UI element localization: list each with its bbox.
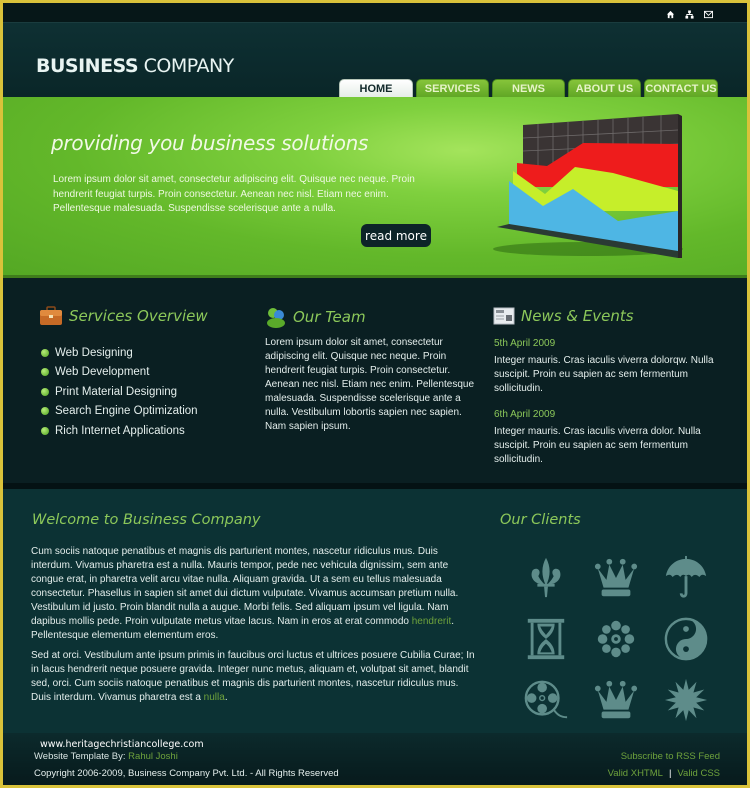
sitemap-icon[interactable] (685, 10, 694, 19)
service-label: Web Development (55, 366, 150, 379)
rss-link[interactable]: Subscribe to RSS Feed (621, 751, 720, 762)
team-icon (267, 308, 285, 328)
tab-about-us[interactable]: ABOUT US (568, 79, 641, 98)
footer-validation-links: Valid XHTML | Valid CSS (608, 768, 720, 779)
list-item[interactable]: Print Material Designing (41, 382, 198, 402)
client-logo[interactable] (581, 608, 651, 669)
area-chart-illustration (493, 114, 683, 258)
logo[interactable]: BUSINESS COMPANY (36, 55, 234, 77)
banner-title: providing you business solutions (51, 131, 369, 155)
briefcase-icon (40, 306, 62, 325)
tab-contact-us[interactable]: CONTACT US (644, 79, 718, 98)
valid-css-link[interactable]: Valid CSS (677, 768, 720, 779)
welcome-paragraph-2: Sed at orci. Vestibulum ante ipsum primi… (31, 649, 476, 705)
services-list: Web Designing Web Development Print Mate… (41, 343, 198, 441)
check-bullet-icon (41, 368, 49, 377)
read-more-button[interactable]: read more (361, 224, 431, 247)
crown-icon (594, 558, 638, 596)
clients-grid (511, 547, 721, 730)
footer-separator: | (668, 768, 672, 779)
header-divider (3, 22, 747, 23)
chart-side (678, 114, 682, 258)
main-nav: HOME SERVICES NEWS ABOUT US CONTACT US (339, 79, 718, 98)
film-reel-icon (524, 680, 568, 718)
news-date: 5th April 2009 (494, 338, 556, 349)
list-item[interactable]: Web Designing (41, 343, 198, 363)
list-item[interactable]: Search Engine Optimization (41, 402, 198, 422)
welcome-title: Welcome to Business Company (32, 512, 261, 528)
services-title: Services Overview (69, 307, 208, 325)
news-heading: News & Events (493, 306, 634, 326)
home-icon[interactable] (666, 10, 675, 19)
welcome-paragraph-1: Cum sociis natoque penatibus et magnis d… (31, 545, 476, 643)
clients-title: Our Clients (500, 512, 581, 528)
client-logo[interactable] (651, 547, 721, 608)
check-bullet-icon (41, 387, 49, 396)
client-logo[interactable] (581, 669, 651, 730)
para-text: Cum sociis natoque penatibus et magnis d… (31, 546, 459, 627)
logo-bold: BUSINESS (36, 55, 139, 77)
top-utility-icons (666, 10, 713, 19)
client-logo[interactable] (651, 608, 721, 669)
nulla-link[interactable]: nulla (204, 692, 225, 703)
author-link[interactable]: Rahul Joshi (128, 751, 178, 762)
client-logo[interactable] (511, 547, 581, 608)
check-bullet-icon (41, 426, 49, 435)
tab-home[interactable]: HOME (339, 79, 413, 98)
umbrella-icon (665, 555, 707, 598)
service-label: Rich Internet Applications (55, 424, 185, 437)
team-title: Our Team (293, 308, 366, 326)
crown-icon (594, 680, 638, 718)
tab-news[interactable]: NEWS (492, 79, 565, 98)
hourglass-icon (527, 618, 565, 659)
valid-xhtml-link[interactable]: Valid XHTML (608, 768, 663, 779)
services-heading: Services Overview (39, 306, 208, 326)
service-label: Search Engine Optimization (55, 405, 198, 418)
news-title: News & Events (521, 307, 634, 325)
list-item[interactable]: Web Development (41, 363, 198, 383)
para-text: . (224, 692, 228, 703)
footer-site-url: www.heritagechristiancollege.com (40, 739, 204, 750)
news-date: 6th April 2009 (494, 409, 556, 420)
mail-icon[interactable] (704, 10, 713, 19)
team-heading: Our Team (265, 306, 366, 328)
welcome-section: Welcome to Business Company Cum sociis n… (3, 489, 747, 733)
banner-text: Lorem ipsum dolor sit amet, consectetur … (53, 174, 415, 214)
check-bullet-icon (41, 407, 49, 416)
para-text: Sed at orci. Vestibulum ante ipsum primi… (31, 650, 475, 703)
footer: www.heritagechristiancollege.com Website… (3, 733, 747, 785)
client-logo[interactable] (511, 669, 581, 730)
header: BUSINESS COMPANY HOME SERVICES NEWS ABOU… (3, 3, 747, 98)
client-logo[interactable] (581, 547, 651, 608)
starburst-icon (664, 678, 708, 721)
hero-banner: providing you business solutions Lorem i… (3, 97, 747, 275)
yin-yang-icon (664, 617, 708, 660)
newspaper-icon (493, 307, 515, 325)
logo-light: COMPANY (138, 55, 235, 77)
footer-copyright: Copyright 2006-2009, Business Company Pv… (34, 768, 339, 779)
client-logo[interactable] (511, 608, 581, 669)
tab-services[interactable]: SERVICES (416, 79, 489, 98)
fleur-de-lis-icon (531, 557, 561, 597)
flower-icon (597, 620, 635, 657)
team-text: Lorem ipsum dolor sit amet, consectetur … (265, 337, 475, 432)
hendrerit-link[interactable]: hendrerit (412, 616, 451, 627)
footer-credit: Website Template By: Rahul Joshi (34, 751, 178, 762)
list-item[interactable]: Rich Internet Applications (41, 421, 198, 441)
credit-label: Website Template By: (34, 751, 129, 762)
service-label: Web Designing (55, 346, 133, 359)
client-logo[interactable] (651, 669, 721, 730)
news-text: Integer mauris. Cras iaculis viverra dol… (494, 355, 714, 394)
news-text: Integer mauris. Cras iaculis viverra dol… (494, 426, 701, 465)
page-frame: BUSINESS COMPANY HOME SERVICES NEWS ABOU… (3, 3, 747, 785)
service-label: Print Material Designing (55, 385, 178, 398)
check-bullet-icon (41, 348, 49, 357)
features-section: Services Overview Web Designing Web Deve… (3, 278, 747, 488)
